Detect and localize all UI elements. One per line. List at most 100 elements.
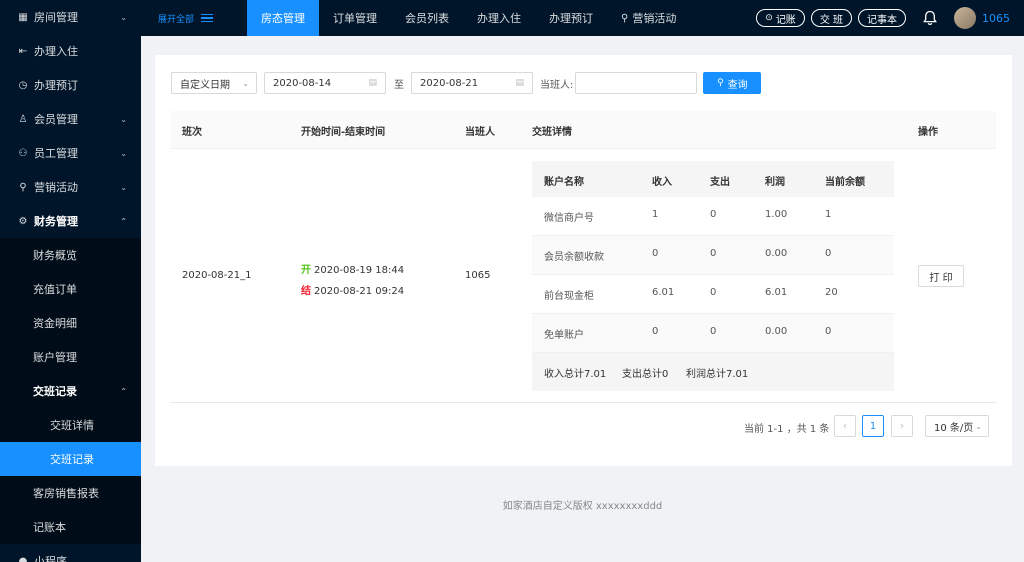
expand-all-button[interactable]: 展开全部 <box>141 12 247 25</box>
chevron-down-icon: ⌄ <box>120 148 127 158</box>
detail-row: 微信商户号 1 0 1.00 1 <box>532 197 894 236</box>
chevron-left-icon: ‹ <box>843 420 847 432</box>
sidebar-item-label: 资金明细 <box>33 317 77 330</box>
bell-icon[interactable] <box>922 10 938 26</box>
date-type-select[interactable]: 自定义日期 ⌄ <box>171 72 257 94</box>
sidebar-item-label: 营销活动 <box>34 181 78 194</box>
gear-icon: ⚙ <box>18 215 28 227</box>
sidebar-item-ledger[interactable]: 记账本 <box>0 510 141 544</box>
tab-checkin[interactable]: 办理入住 <box>463 0 535 36</box>
sidebar-item-label: 客房销售报表 <box>33 487 99 500</box>
detail-cell: 20 <box>825 287 838 298</box>
detail-cell: 会员余额收款 <box>544 252 604 263</box>
username[interactable]: 1065 <box>982 12 1010 25</box>
notebook-button[interactable]: 记事本 <box>858 9 906 27</box>
prev-page-button[interactable]: ‹ <box>834 415 856 437</box>
shift-detail-table: 账户名称 收入 支出 利润 当前余额 微信商户号 1 0 1.00 1 会员余额… <box>532 161 894 391</box>
sidebar-item-rooms[interactable]: ▦ 房间管理 ⌄ <box>0 0 141 34</box>
operator-label: 当班人: <box>540 79 574 91</box>
sidebar-item-marketing[interactable]: ⚲ 营销活动 ⌄ <box>0 170 141 204</box>
end-date-value: 2020-08-21 <box>420 77 479 89</box>
shift-id: 2020-08-21_1 <box>182 270 252 281</box>
finance-submenu: 财务概览 充值订单 资金明细 账户管理 交班记录 ⌃ 交班详情 交班记录 客房销… <box>0 238 141 544</box>
column-header: 班次 <box>182 127 202 138</box>
end-time: 2020-08-21 09:24 <box>314 286 405 297</box>
sidebar-item-label: 财务管理 <box>34 215 78 228</box>
detail-cell: 1.00 <box>765 209 788 220</box>
sidebar-item-label: 交班记录 <box>33 385 77 398</box>
sidebar-item-fund-detail[interactable]: 资金明细 <box>0 306 141 340</box>
detail-cell: 微信商户号 <box>544 213 594 224</box>
sidebar-item-staff[interactable]: ⚇ 员工管理 ⌄ <box>0 136 141 170</box>
tab-room-status[interactable]: 房态管理 <box>247 0 319 36</box>
chevron-down-icon: ⌄ <box>975 421 982 431</box>
sidebar-item-room-sales[interactable]: 客房销售报表 <box>0 476 141 510</box>
detail-cell: 6.01 <box>765 287 788 298</box>
sidebar-item-label: 交班详情 <box>50 419 94 432</box>
detail-cell: 6.01 <box>652 287 675 298</box>
org-icon: ⚲ <box>621 12 629 24</box>
column-header: 操作 <box>918 127 938 138</box>
sidebar-item-label: 交班记录 <box>50 453 94 466</box>
detail-cell: 1 <box>825 209 832 220</box>
pill-label: 交 班 <box>819 14 843 26</box>
detail-cell: 0 <box>652 248 659 259</box>
income-total: 收入总计7.01 <box>544 369 607 380</box>
sidebar-item-recharge[interactable]: 充值订单 <box>0 272 141 306</box>
search-button[interactable]: ⚲ 查询 <box>703 72 762 94</box>
page-number-current[interactable]: 1 <box>862 415 884 437</box>
detail-column-header: 利润 <box>765 177 785 188</box>
tab-booking[interactable]: 办理预订 <box>535 0 607 36</box>
date-separator: 至 <box>394 79 404 91</box>
close-tag: 结 <box>301 286 311 297</box>
page-number-label: 1 <box>869 420 877 432</box>
filter-bar: 自定义日期 ⌄ 2020-08-14 ▤ 至 2020-08-21 ▤ 当班人: ⚲ 查… <box>171 72 762 94</box>
sidebar-item-label: 员工管理 <box>34 147 78 160</box>
tab-orders[interactable]: 订单管理 <box>319 0 391 36</box>
detail-cell: 免单账户 <box>544 330 584 341</box>
sidebar-item-miniprogram[interactable]: ● 小程序 <box>0 544 141 562</box>
sidebar-item-booking[interactable]: ◷ 办理预订 <box>0 68 141 102</box>
sidebar-item-accounts[interactable]: 账户管理 <box>0 340 141 374</box>
sidebar-item-members[interactable]: ♙ 会员管理 ⌄ <box>0 102 141 136</box>
print-button[interactable]: 打 印 <box>918 265 964 287</box>
search-icon: ⚲ <box>717 78 724 88</box>
sidebar-item-shift-detail[interactable]: 交班详情 <box>0 408 141 442</box>
tab-marketing[interactable]: ⚲ 营销活动 <box>607 0 690 36</box>
tab-label: 订单管理 <box>333 12 377 25</box>
user-icon: ♙ <box>18 113 28 125</box>
avatar[interactable] <box>954 7 976 29</box>
sidebar-item-label: 充值订单 <box>33 283 77 296</box>
detail-totals: 收入总计7.01 支出总计0 利润总计7.01 <box>532 353 894 391</box>
detail-row: 会员余额收款 0 0 0.00 0 <box>532 236 894 275</box>
sidebar-item-checkin[interactable]: ⇤ 办理入住 <box>0 34 141 68</box>
tab-members[interactable]: 会员列表 <box>391 0 463 36</box>
sidebar-item-label: 账户管理 <box>33 351 77 364</box>
table-header: 班次 开始时间-结束时间 当班人 交班详情 操作 <box>170 111 996 149</box>
pagination-total: 当前 1-1 ，共 1 条 <box>744 424 830 435</box>
sidebar-item-finance-overview[interactable]: 财务概览 <box>0 238 141 272</box>
sidebar-item-label: 会员管理 <box>34 113 78 126</box>
sidebar-item-finance[interactable]: ⚙ 财务管理 ⌃ <box>0 204 141 238</box>
detail-column-header: 收入 <box>652 177 672 188</box>
chevron-up-icon: ⌃ <box>120 386 127 396</box>
table-row: 2020-08-21_1 开 2020-08-19 18:44 结 2020-08-… <box>170 149 996 403</box>
sidebar-item-label: 小程序 <box>34 555 67 562</box>
calendar-icon: ▤ <box>368 78 377 88</box>
sidebar-item-shift-records[interactable]: 交班记录 <box>0 442 141 476</box>
sidebar-item-shift-group[interactable]: 交班记录 ⌃ <box>0 374 141 408</box>
staff-icon: ⚇ <box>18 147 28 159</box>
footer-copyright: 如家酒店自定义版权 xxxxxxxxddd <box>502 501 663 512</box>
handover-button[interactable]: 交 班 <box>810 9 852 27</box>
operator-input[interactable] <box>575 72 698 94</box>
chevron-down-icon: ⌄ <box>242 78 249 88</box>
start-date-picker[interactable]: 2020-08-14 ▤ <box>264 72 386 94</box>
clock-icon: ◷ <box>18 79 28 91</box>
end-date-picker[interactable]: 2020-08-21 ▤ <box>411 72 533 94</box>
next-page-button[interactable]: › <box>891 415 913 437</box>
page-size-select[interactable]: 10 条/页 ⌄ <box>925 415 989 437</box>
tab-label: 办理入住 <box>477 12 521 25</box>
chevron-right-icon: › <box>900 420 904 432</box>
bookkeeping-button[interactable]: ⊙ 记账 <box>756 9 805 27</box>
tab-label: 房态管理 <box>261 12 305 25</box>
